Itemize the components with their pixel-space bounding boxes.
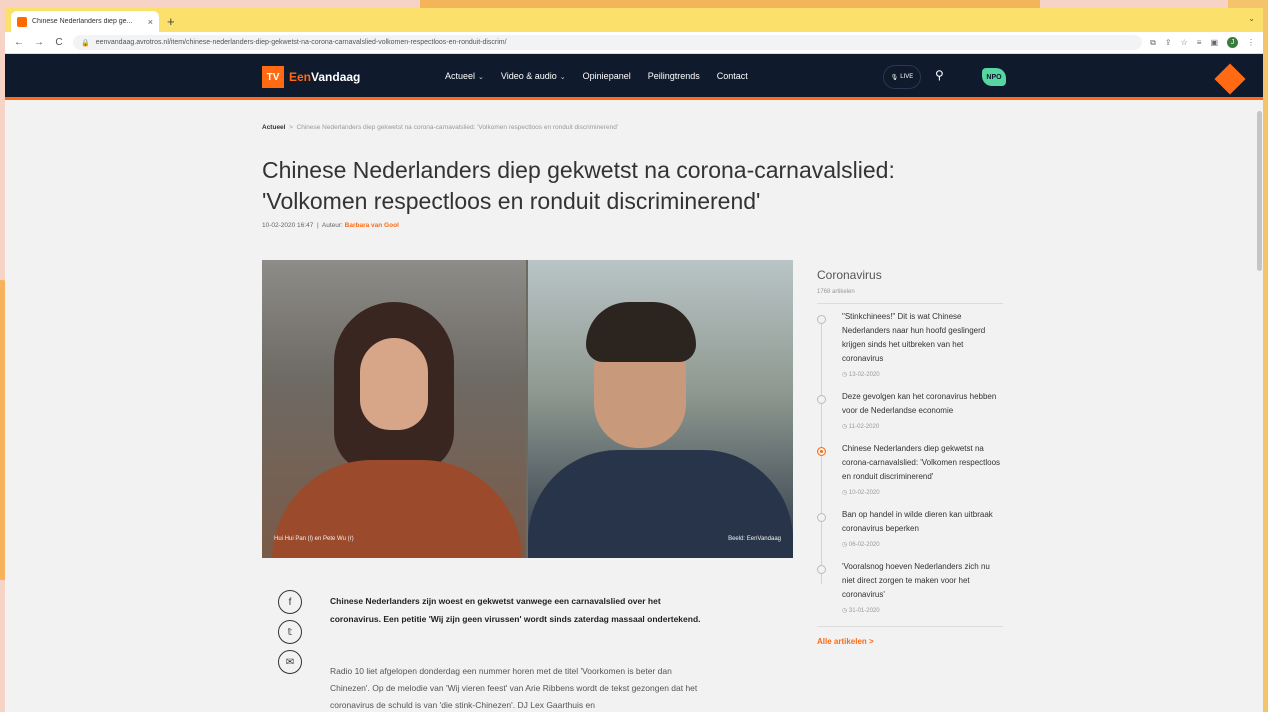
nav-actueel[interactable]: Actueel ⌄ — [445, 71, 484, 81]
article-date: 10-02-2020 16:47 — [262, 222, 314, 229]
close-tab-icon[interactable]: × — [148, 17, 153, 27]
photo-man — [528, 260, 793, 558]
browser-window: Chinese Nederlanders diep ge... × + ⌄ ← … — [5, 8, 1263, 712]
nav-video-audio[interactable]: Video & audio ⌄ — [501, 71, 566, 81]
lock-icon: 🔒 — [81, 39, 90, 47]
breadcrumb-separator: > — [289, 124, 293, 131]
breadcrumb-current: Chinese Nederlanders diep gekwetst na co… — [296, 124, 619, 131]
nav-opiniepanel[interactable]: Opiniepanel — [583, 71, 631, 81]
breadcrumb-section[interactable]: Actueel — [262, 124, 285, 131]
toolbar-icons: ⧉ ⇪ ☆ ≡ ▣ J ⋮ — [1150, 37, 1255, 48]
facebook-icon[interactable]: f — [278, 590, 302, 614]
reload-button[interactable]: C — [53, 37, 65, 48]
logo-tv-mark: TV — [262, 66, 284, 88]
all-articles-link[interactable]: Alle artikelen > — [817, 626, 1003, 646]
avrotros-logo[interactable] — [1214, 63, 1246, 95]
breadcrumb: Actueel > Chinese Nederlanders diep gekw… — [262, 124, 618, 131]
photo-caption: Hui Hui Pan (l) en Pete Wu (r) — [274, 536, 354, 542]
back-button[interactable]: ← — [13, 37, 25, 48]
sidebar-list: "Stinkchinees!" Dit is wat Chinese Neder… — [817, 310, 1003, 614]
logo-text: EenVandaag — [289, 70, 361, 84]
list-item-date: ◷ 13-02-2020 — [842, 372, 880, 378]
url-field[interactable]: 🔒 eenvandaag.avrotros.nl/item/chinese-ne… — [73, 35, 1143, 50]
list-item-date: ◷ 10-02-2020 — [842, 490, 880, 496]
nav-peilingtrends[interactable]: Peilingtrends — [648, 71, 700, 81]
site-header: TV EenVandaag Actueel ⌄ Video & audio ⌄ Op… — [5, 54, 1263, 100]
bookmark-star-icon[interactable]: ☆ — [1181, 38, 1188, 47]
nav-contact[interactable]: Contact — [717, 71, 748, 81]
author-label: Auteur: — [321, 222, 343, 229]
article-photo: Hui Hui Pan (l) en Pete Wu (r) Beeld: Ee… — [262, 260, 793, 558]
tab-title: Chinese Nederlanders diep ge... — [32, 18, 133, 25]
eenvandaag-logo[interactable]: TV EenVandaag — [262, 66, 360, 88]
profile-avatar[interactable]: J — [1227, 37, 1238, 48]
article-body: Radio 10 liet afgelopen donderdag een nu… — [330, 666, 698, 710]
site-favicon-icon — [17, 16, 27, 27]
timeline-dot — [817, 513, 826, 522]
twitter-icon[interactable]: 𝕥 — [278, 620, 302, 644]
install-icon[interactable]: ⧉ — [1150, 38, 1156, 48]
author-link[interactable]: Barbara van Gool — [345, 222, 399, 229]
list-item-title[interactable]: Chinese Nederlanders diep gekwetst na co… — [842, 442, 1003, 484]
scrollbar-thumb[interactable] — [1257, 111, 1262, 271]
list-item-title[interactable]: Deze gevolgen kan het coronavirus hebben… — [842, 390, 1003, 418]
list-item[interactable]: Ban op handel in wilde dieren kan uitbra… — [817, 508, 1003, 548]
list-item-active[interactable]: Chinese Nederlanders diep gekwetst na co… — [817, 442, 1003, 496]
email-icon[interactable]: ✉ — [278, 650, 302, 674]
article-intro: Chinese Nederlanders zijn woest en gekwe… — [330, 596, 701, 624]
main-navigation: Actueel ⌄ Video & audio ⌄ Opiniepanel Peil… — [445, 71, 748, 81]
scrollbar[interactable] — [1256, 105, 1263, 712]
list-item[interactable]: "Stinkchinees!" Dit is wat Chinese Neder… — [817, 310, 1003, 378]
article-meta: 10-02-2020 16:47 | Auteur: Barbara van G… — [262, 222, 399, 229]
tab-menu-icon[interactable]: ⌄ — [1248, 14, 1255, 23]
timeline-dot — [817, 395, 826, 404]
list-item-title[interactable]: Ban op handel in wilde dieren kan uitbra… — [842, 508, 1003, 536]
list-item-date: ◷ 31-01-2020 — [842, 608, 880, 614]
list-item[interactable]: Deze gevolgen kan het coronavirus hebben… — [817, 390, 1003, 430]
tab-bar: Chinese Nederlanders diep ge... × + ⌄ — [5, 8, 1263, 32]
list-item[interactable]: 'Vooralsnog hoeven Nederlanders zich nu … — [817, 560, 1003, 614]
sidebar-title: Coronavirus — [817, 268, 882, 282]
sidebar-count: 1768 artikelen — [817, 289, 1003, 304]
list-item-date: ◷ 06-02-2020 — [842, 542, 880, 548]
forward-button[interactable]: → — [33, 37, 45, 48]
extensions-icon[interactable]: ▣ — [1210, 38, 1218, 47]
list-item-title[interactable]: "Stinkchinees!" Dit is wat Chinese Neder… — [842, 310, 1003, 366]
share-icon[interactable]: ⇪ — [1165, 38, 1172, 47]
live-button[interactable]: 🎙 LIVE — [883, 65, 921, 89]
list-item-date: ◷ 11-02-2020 — [842, 424, 880, 430]
tab-search-icon[interactable]: ≡ — [1197, 38, 1202, 47]
related-sidebar: Coronavirus 1768 artikelen "Stinkchinees… — [817, 268, 1003, 646]
address-bar: ← → C 🔒 eenvandaag.avrotros.nl/item/chin… — [5, 32, 1263, 54]
browser-tab[interactable]: Chinese Nederlanders diep ge... × — [11, 11, 159, 32]
npo-logo[interactable]: NPO — [982, 68, 1006, 86]
photo-woman — [262, 260, 526, 558]
microphone-icon: 🎙 — [890, 74, 899, 81]
search-icon[interactable]: ⚲ — [935, 68, 944, 82]
page-content: Actueel > Chinese Nederlanders diep gekw… — [5, 105, 1257, 712]
list-item-title[interactable]: 'Vooralsnog hoeven Nederlanders zich nu … — [842, 560, 1003, 602]
chevron-down-icon: ⌄ — [478, 74, 484, 81]
url-text: eenvandaag.avrotros.nl/item/chinese-nede… — [95, 39, 507, 46]
photo-credit: Beeld: EenVandaag — [728, 536, 781, 542]
article-title: Chinese Nederlanders diep gekwetst na co… — [262, 157, 895, 214]
new-tab-button[interactable]: + — [167, 14, 175, 29]
timeline-dot — [817, 315, 826, 324]
chevron-down-icon: ⌄ — [559, 74, 566, 81]
browser-menu-icon[interactable]: ⋮ — [1247, 38, 1255, 47]
timeline-dot-active — [817, 447, 826, 456]
timeline-dot — [817, 565, 826, 574]
